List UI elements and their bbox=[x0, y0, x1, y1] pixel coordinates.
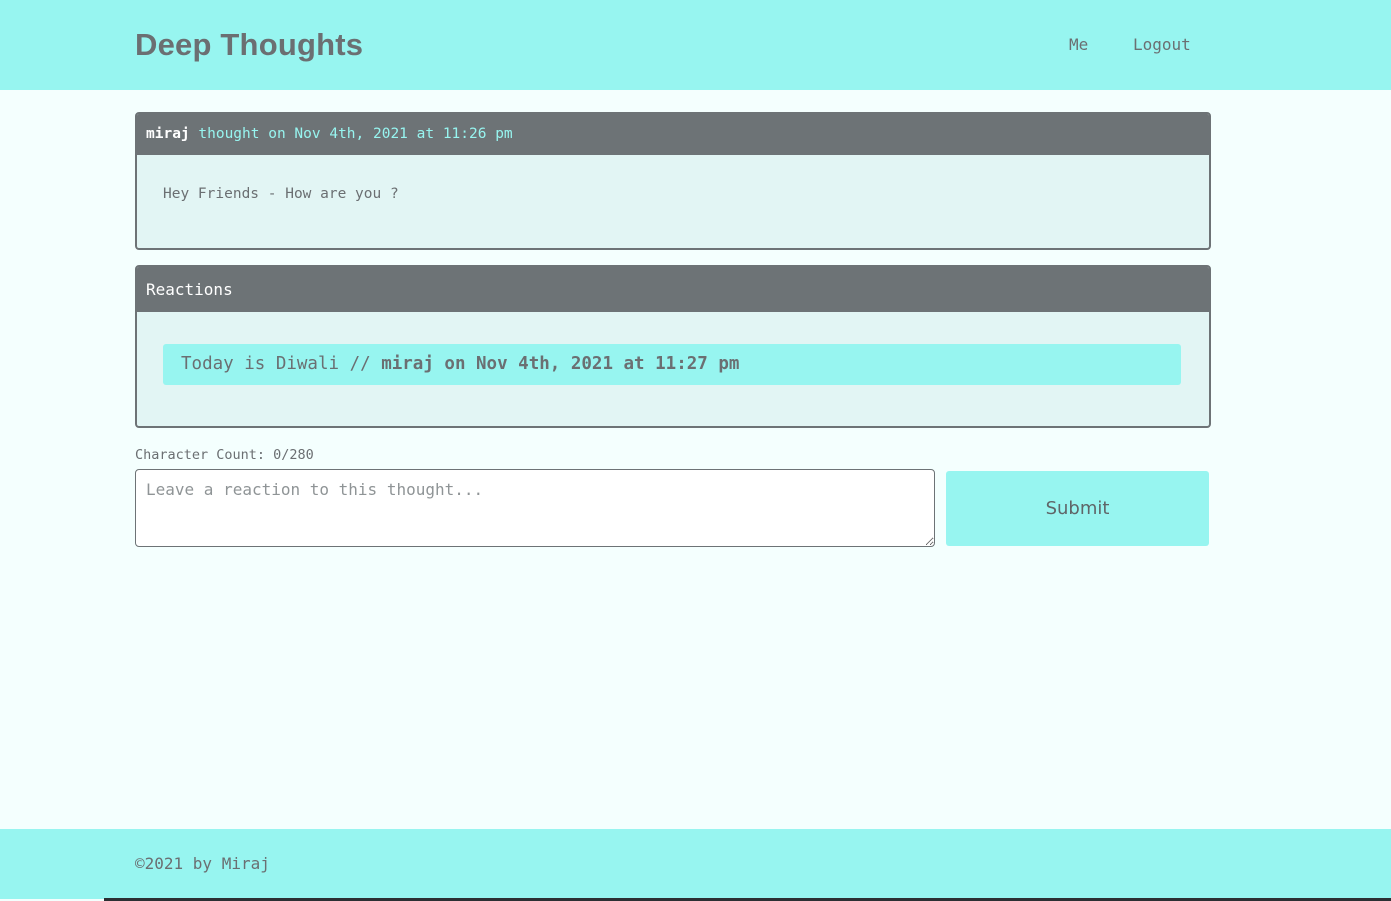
reaction-byline[interactable]: miraj on Nov 4th, 2021 at 11:27 pm bbox=[381, 354, 739, 374]
reactions-heading: Reactions bbox=[137, 267, 1209, 312]
reactions-card: Reactions Today is Diwali // miraj on No… bbox=[135, 265, 1211, 428]
thought-header: miraj thought on Nov 4th, 2021 at 11:26 … bbox=[137, 114, 1209, 155]
reaction-item: Today is Diwali // miraj on Nov 4th, 202… bbox=[163, 344, 1181, 385]
site-footer: ©2021 by Miraj bbox=[0, 829, 1391, 899]
thought-meta: thought on Nov 4th, 2021 at 11:26 pm bbox=[198, 126, 513, 142]
site-title[interactable]: Deep Thoughts bbox=[135, 26, 363, 64]
footer-copyright: ©2021 by Miraj bbox=[135, 854, 270, 873]
nav-logout-link[interactable]: Logout bbox=[1133, 35, 1191, 55]
site-header: Deep Thoughts Me Logout bbox=[0, 0, 1391, 90]
reaction-body: Today is Diwali // bbox=[181, 354, 382, 374]
nav-me-link[interactable]: Me bbox=[1069, 35, 1088, 55]
reaction-input[interactable] bbox=[135, 469, 935, 547]
thought-card: miraj thought on Nov 4th, 2021 at 11:26 … bbox=[135, 112, 1211, 250]
thought-author[interactable]: miraj bbox=[146, 126, 190, 142]
character-count: Character Count: 0/280 bbox=[135, 447, 314, 463]
submit-button[interactable]: Submit bbox=[946, 471, 1209, 546]
thought-body: Hey Friends - How are you ? bbox=[163, 186, 399, 202]
